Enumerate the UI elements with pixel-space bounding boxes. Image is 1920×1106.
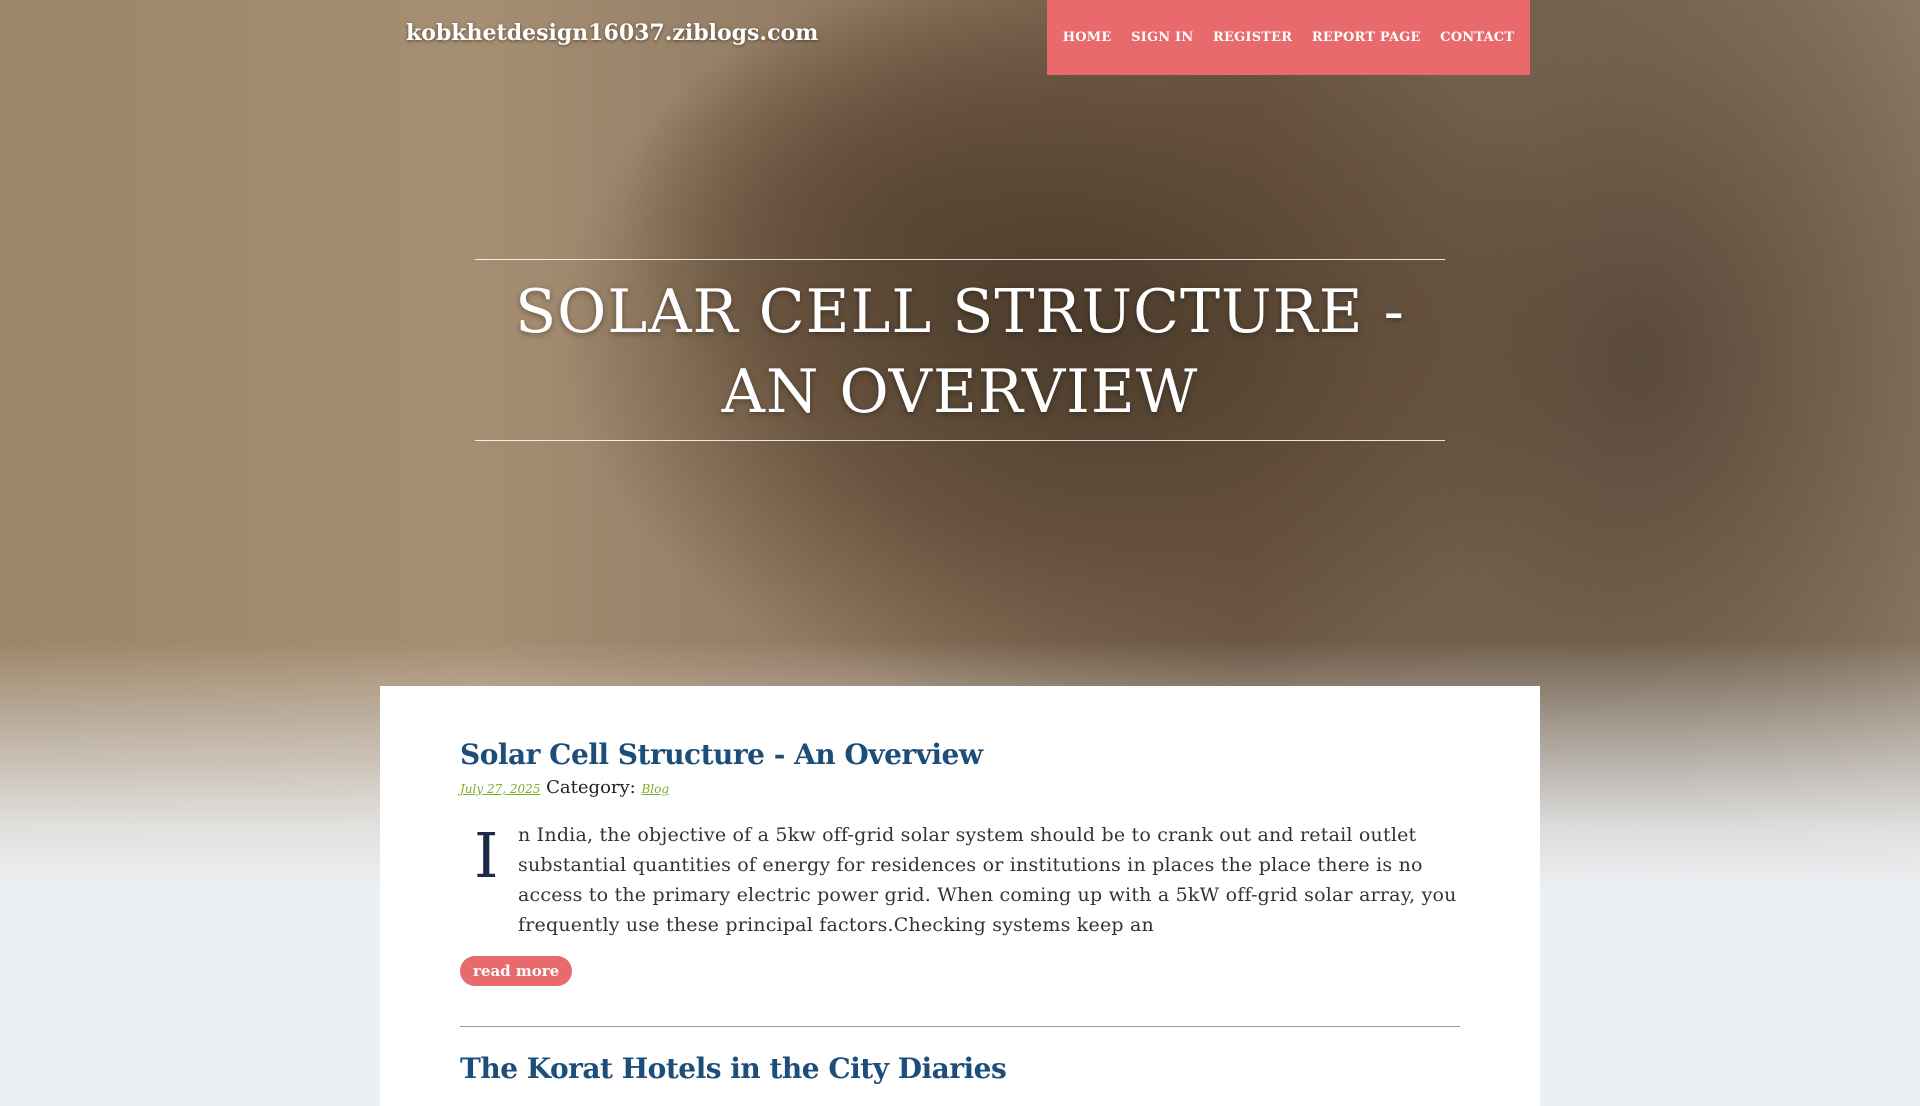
post-excerpt: I n India, the objective of a 5kw off-gr… [460,820,1460,940]
category-link[interactable]: Blog [641,782,669,796]
hero-title: SOLAR CELL STRUCTURE - AN OVERVIEW [515,277,1405,427]
site-logo-link[interactable]: kobkhetdesign16037.ziblogs.com [406,20,818,46]
hero-title-block: SOLAR CELL STRUCTURE - AN OVERVIEW [475,259,1445,441]
content-card: Solar Cell Structure - An Overview July … [380,686,1540,1106]
post-date-link[interactable]: July 27, 2025 [460,782,540,796]
nav-register[interactable]: REGISTER [1213,30,1292,45]
excerpt-text: n India, the objective of a 5kw off-grid… [518,824,1457,936]
category-label: Category: [546,777,636,798]
read-more-button[interactable]: read more [460,956,573,986]
main-nav: HOME SIGN IN REGISTER REPORT PAGE CONTAC… [1047,0,1530,75]
nav-sign-in[interactable]: SIGN IN [1131,30,1193,45]
post-title-link[interactable]: The Korat Hotels in the City Diaries [460,1052,1460,1085]
post-card: Solar Cell Structure - An Overview July … [460,738,1460,1027]
nav-home[interactable]: HOME [1063,30,1112,45]
post-meta: July 27, 2025 Category: Blog [460,777,1460,798]
dropcap-letter: I [474,819,499,892]
post-card: The Korat Hotels in the City Diaries [460,1052,1460,1085]
post-title-link[interactable]: Solar Cell Structure - An Overview [460,738,1460,771]
nav-contact[interactable]: CONTACT [1440,30,1514,45]
nav-report-page[interactable]: REPORT PAGE [1312,30,1421,45]
post-divider [460,1026,1460,1027]
